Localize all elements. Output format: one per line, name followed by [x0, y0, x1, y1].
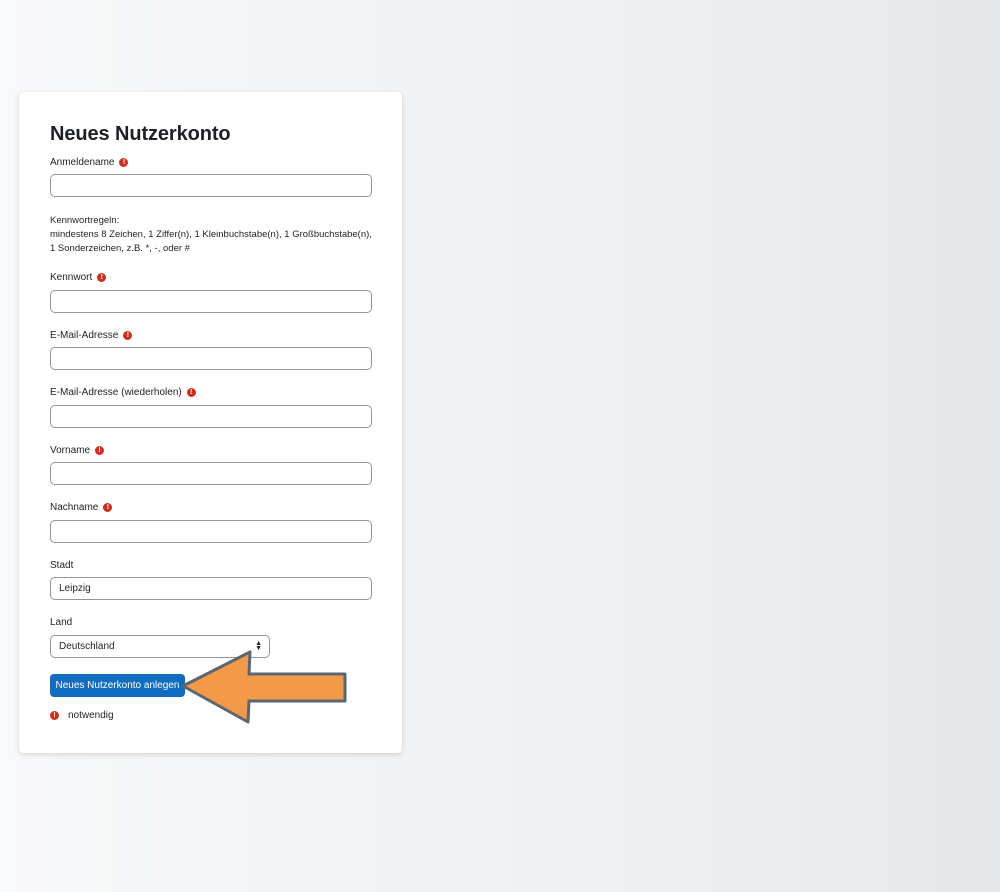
pointer-arrow-icon — [181, 650, 347, 724]
